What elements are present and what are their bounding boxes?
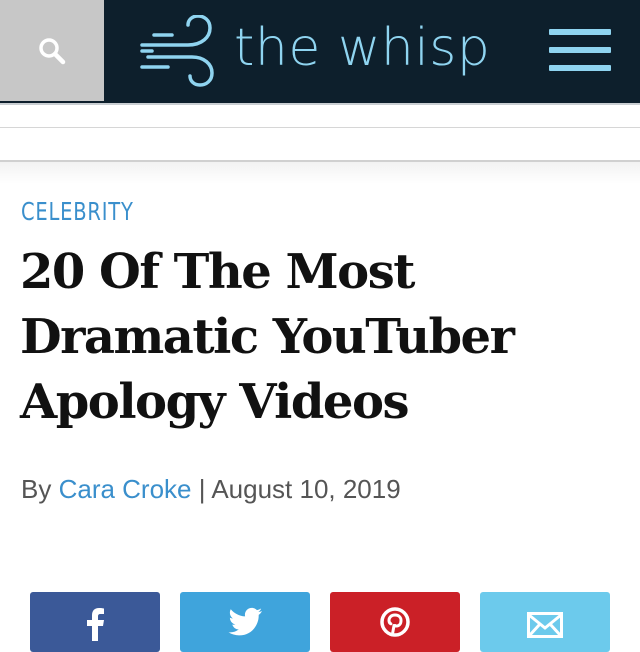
wind-logo-icon	[140, 15, 214, 87]
divider	[0, 127, 640, 128]
share-pinterest-button[interactable]	[330, 592, 460, 652]
byline-prefix: By	[21, 474, 52, 504]
email-icon	[527, 612, 563, 638]
site-header: the whisp	[0, 0, 640, 105]
menu-button[interactable]	[549, 29, 611, 71]
facebook-icon	[87, 608, 104, 641]
publish-date: August 10, 2019	[211, 474, 401, 504]
hamburger-menu-icon	[549, 29, 611, 35]
search-icon	[39, 37, 66, 64]
share-email-button[interactable]	[480, 592, 610, 652]
site-name: the whisp	[234, 18, 491, 78]
share-facebook-button[interactable]	[30, 592, 160, 652]
hamburger-menu-line	[549, 47, 611, 53]
byline-separator: |	[198, 474, 206, 504]
pinterest-icon	[380, 607, 410, 637]
byline: By Cara Croke | August 10, 2019	[21, 472, 401, 506]
author-link[interactable]: Cara Croke	[59, 474, 192, 504]
site-logo[interactable]: the whisp	[140, 12, 490, 92]
article-headline: 20 Of The Most Dramatic YouTuber Apology…	[20, 244, 515, 430]
category-link[interactable]: CELEBRITY	[21, 196, 134, 228]
share-twitter-button[interactable]	[180, 592, 310, 652]
twitter-icon	[228, 607, 262, 636]
hamburger-menu-line	[549, 65, 611, 71]
search-button[interactable]	[0, 0, 104, 101]
divider-shadow	[0, 162, 640, 184]
